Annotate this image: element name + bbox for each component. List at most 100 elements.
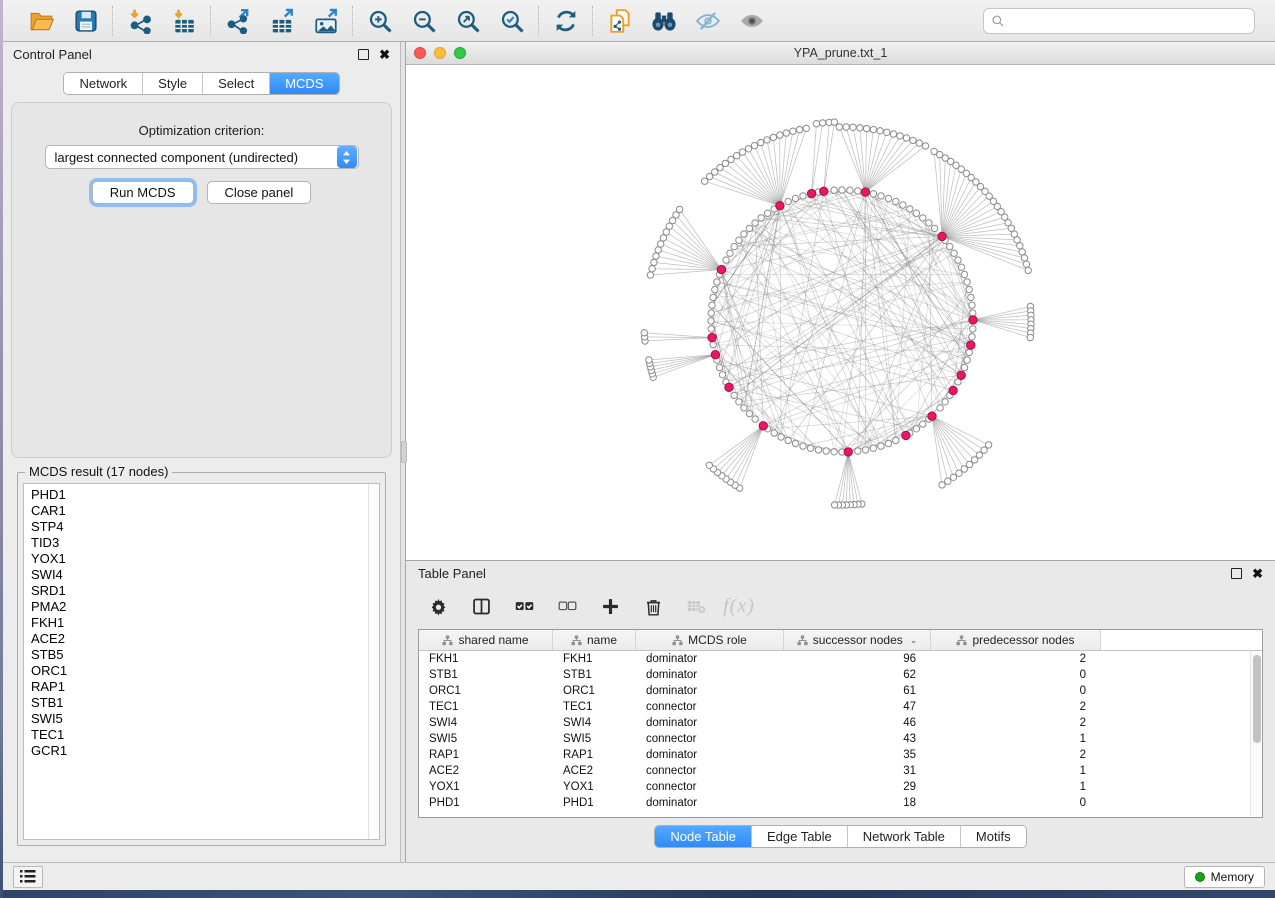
- mcds-result-item[interactable]: SRD1: [31, 583, 368, 599]
- column-header-predecessor-nodes[interactable]: predecessor nodes: [931, 630, 1101, 650]
- save-session-button[interactable]: [72, 7, 99, 34]
- control-panel-close-icon[interactable]: ✖: [379, 48, 390, 61]
- optimization-criterion-label: Optimization criterion:: [12, 123, 391, 138]
- zoom-out-button[interactable]: [410, 7, 437, 34]
- table-row[interactable]: SWI4SWI4dominator462: [419, 715, 1262, 731]
- table-row[interactable]: ACE2ACE2connector311: [419, 763, 1262, 779]
- table-scrollbar-thumb[interactable]: [1253, 655, 1261, 743]
- mcds-result-item[interactable]: CAR1: [31, 503, 368, 519]
- open-file-button[interactable]: [28, 7, 55, 34]
- mcds-result-item[interactable]: ORC1: [31, 663, 368, 679]
- open-file-icon: [29, 8, 55, 34]
- table-row[interactable]: RAP1RAP1dominator352: [419, 747, 1262, 763]
- node-table[interactable]: shared namenameMCDS rolesuccessor nodes⌄…: [418, 629, 1263, 818]
- mcds-result-item[interactable]: SWI5: [31, 711, 368, 727]
- mcds-result-item[interactable]: ACE2: [31, 631, 368, 647]
- network-list-button[interactable]: [13, 866, 43, 888]
- table-scrollbar[interactable]: [1250, 651, 1261, 816]
- mcds-result-group-title: MCDS result (17 nodes): [25, 464, 172, 479]
- dropdown-selected-value: largest connected component (undirected): [46, 150, 337, 165]
- split-panel-button[interactable]: [469, 594, 493, 618]
- mcds-result-item[interactable]: PMA2: [31, 599, 368, 615]
- mcds-result-item[interactable]: PHD1: [31, 487, 368, 503]
- export-table-icon: [269, 8, 295, 34]
- table-panel-float-icon[interactable]: [1231, 568, 1242, 579]
- search-box[interactable]: [983, 8, 1255, 34]
- close-panel-button[interactable]: Close panel: [207, 181, 312, 204]
- tab-node-table[interactable]: Node Table: [655, 826, 752, 847]
- mcds-result-item[interactable]: STP4: [31, 519, 368, 535]
- control-panel-title: Control Panel: [13, 47, 358, 62]
- table-settings-button[interactable]: [426, 594, 450, 618]
- hide-selected-icon: [695, 8, 721, 34]
- first-neighbors-icon: [651, 8, 677, 34]
- column-type-icon: [956, 635, 967, 646]
- memory-button[interactable]: Memory: [1184, 866, 1265, 888]
- deselect-all-button[interactable]: [555, 594, 579, 618]
- column-header-successor-nodes[interactable]: successor nodes⌄: [784, 630, 931, 650]
- mcds-result-item[interactable]: SWI4: [31, 567, 368, 583]
- table-row[interactable]: SWI5SWI5connector431: [419, 731, 1262, 747]
- sort-indicator-icon: ⌄: [910, 635, 918, 646]
- zoom-out-icon: [411, 8, 437, 34]
- export-image-button[interactable]: [312, 7, 339, 34]
- mcds-result-item[interactable]: YOX1: [31, 551, 368, 567]
- clone-network-button[interactable]: [606, 7, 633, 34]
- function-builder-button: f(x): [727, 594, 751, 618]
- tab-motifs[interactable]: Motifs: [961, 826, 1026, 847]
- zoom-in-button[interactable]: [366, 7, 393, 34]
- mcds-result-item[interactable]: STB1: [31, 695, 368, 711]
- refresh-view-button[interactable]: [552, 7, 579, 34]
- mcds-result-item[interactable]: FKH1: [31, 615, 368, 631]
- export-network-button[interactable]: [224, 7, 251, 34]
- table-row[interactable]: STB1STB1dominator620: [419, 667, 1262, 683]
- tab-network[interactable]: Network: [64, 73, 143, 94]
- run-mcds-button[interactable]: Run MCDS: [92, 181, 194, 204]
- delete-table-icon: [686, 596, 707, 617]
- table-toolbar: f(x): [406, 585, 1275, 627]
- table-row[interactable]: PHD1PHD1dominator180: [419, 795, 1262, 811]
- network-graph: [406, 65, 1269, 560]
- table-row[interactable]: TEC1TEC1connector472: [419, 699, 1262, 715]
- refresh-view-icon: [553, 8, 579, 34]
- add-column-button[interactable]: [598, 594, 622, 618]
- network-canvas[interactable]: [406, 65, 1275, 560]
- table-row[interactable]: ORC1ORC1dominator610: [419, 683, 1262, 699]
- first-neighbors-button[interactable]: [650, 7, 677, 34]
- select-all-button[interactable]: [512, 594, 536, 618]
- control-panel-float-icon[interactable]: [358, 49, 369, 60]
- tab-style[interactable]: Style: [143, 73, 203, 94]
- table-panel-close-icon[interactable]: ✖: [1252, 567, 1263, 580]
- mcds-result-item[interactable]: RAP1: [31, 679, 368, 695]
- mcds-result-item[interactable]: TEC1: [31, 727, 368, 743]
- column-type-icon: [797, 635, 808, 646]
- tab-select[interactable]: Select: [203, 73, 270, 94]
- window-minimize-icon[interactable]: [434, 47, 446, 59]
- optimization-criterion-dropdown[interactable]: largest connected component (undirected): [45, 145, 359, 169]
- show-all-button[interactable]: [738, 7, 765, 34]
- mcds-result-item[interactable]: GCR1: [31, 743, 368, 759]
- hide-selected-button[interactable]: [694, 7, 721, 34]
- search-input[interactable]: [1010, 14, 1247, 28]
- vertical-splitter[interactable]: [400, 42, 406, 862]
- window-close-icon[interactable]: [414, 47, 426, 59]
- mcds-result-item[interactable]: STB5: [31, 647, 368, 663]
- column-header-name[interactable]: name: [553, 630, 636, 650]
- delete-column-button[interactable]: [641, 594, 665, 618]
- tab-mcds[interactable]: MCDS: [270, 73, 338, 94]
- tab-edge-table[interactable]: Edge Table: [752, 826, 848, 847]
- zoom-fit-button[interactable]: [454, 7, 481, 34]
- column-header-shared-name[interactable]: shared name: [419, 630, 553, 650]
- export-table-button[interactable]: [268, 7, 295, 34]
- window-zoom-icon[interactable]: [454, 47, 466, 59]
- mcds-result-list[interactable]: PHD1CAR1STP4TID3YOX1SWI4SRD1PMA2FKH1ACE2…: [23, 483, 380, 840]
- table-row[interactable]: FKH1FKH1dominator962: [419, 651, 1262, 667]
- import-network-button[interactable]: [126, 7, 153, 34]
- mcds-list-scrollbar[interactable]: [368, 484, 379, 839]
- column-header-MCDS-role[interactable]: MCDS role: [636, 630, 784, 650]
- mcds-result-item[interactable]: TID3: [31, 535, 368, 551]
- zoom-selected-button[interactable]: [498, 7, 525, 34]
- import-table-button[interactable]: [170, 7, 197, 34]
- table-row[interactable]: YOX1YOX1connector291: [419, 779, 1262, 795]
- tab-network-table[interactable]: Network Table: [848, 826, 961, 847]
